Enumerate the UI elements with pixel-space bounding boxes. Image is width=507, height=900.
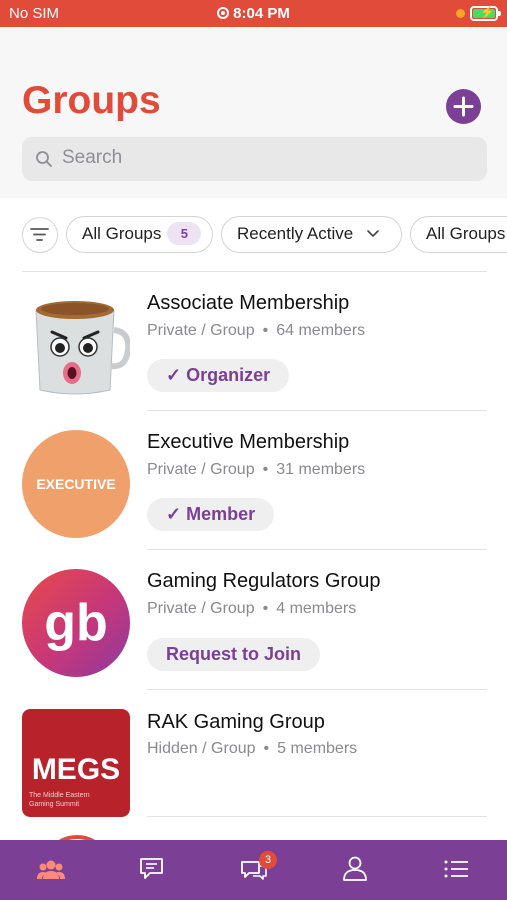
group-meta: Private / Group • 64 members bbox=[147, 322, 365, 340]
gb-logo: gb bbox=[22, 569, 130, 677]
executive-logo: EXECUTIVE bbox=[22, 430, 130, 538]
gb-logo-text: gb bbox=[44, 594, 108, 652]
charging-icon: ⚡ bbox=[480, 5, 495, 19]
executive-logo-text: EXECUTIVE bbox=[36, 476, 115, 492]
filter-icon bbox=[30, 228, 49, 241]
megs-subtitle-line2: Gaming Summit bbox=[29, 801, 79, 808]
request-to-join-button[interactable]: Request to Join bbox=[147, 638, 321, 671]
group-item-gaming-regulators[interactable]: gb Gaming Regulators Group Private / Gro… bbox=[0, 550, 507, 690]
group-avatar: EXECUTIVE bbox=[22, 430, 130, 538]
megs-logo-text: MEGS bbox=[32, 753, 120, 786]
menu-list-icon bbox=[444, 860, 468, 878]
sort-dropdown-label: Recently Active bbox=[237, 224, 354, 243]
tab-bar bbox=[0, 840, 507, 900]
search-icon bbox=[36, 151, 52, 167]
group-item-executive-membership[interactable]: EXECUTIVE Executive Membership Private /… bbox=[0, 411, 507, 550]
separator-dot: • bbox=[263, 740, 270, 757]
group-name: Associate Membership bbox=[147, 292, 350, 314]
header: Groups bbox=[0, 27, 507, 198]
group-name: Gaming Regulators Group bbox=[147, 570, 381, 592]
megs-subtitle-line1: The Middle Eastern bbox=[29, 792, 90, 799]
separator-dot: • bbox=[262, 322, 269, 339]
tab-forums[interactable] bbox=[138, 854, 168, 884]
tab-profile[interactable] bbox=[340, 854, 370, 884]
filter-bar: All Groups 5 Recently Active All Groups bbox=[0, 198, 507, 270]
all-groups-count-badge: 5 bbox=[167, 222, 202, 245]
group-type-dropdown[interactable]: All Groups bbox=[410, 216, 507, 253]
group-avatar bbox=[22, 292, 130, 400]
tab-menu[interactable] bbox=[442, 854, 472, 884]
group-members: 4 members bbox=[276, 600, 357, 617]
add-group-button[interactable] bbox=[446, 89, 481, 124]
group-type-dropdown-label: All Groups bbox=[426, 224, 506, 243]
group-privacy: Private / Group bbox=[147, 600, 255, 617]
groups-icon bbox=[37, 860, 65, 879]
mug-face-image bbox=[22, 292, 130, 400]
page-title: Groups bbox=[22, 79, 161, 122]
organizer-status-button[interactable]: ✓ Organizer bbox=[147, 359, 290, 392]
filter-button[interactable] bbox=[22, 217, 58, 253]
group-meta: Private / Group • 4 members bbox=[147, 600, 356, 618]
member-status-button[interactable]: ✓ Member bbox=[147, 498, 275, 531]
group-privacy: Private / Group bbox=[147, 322, 255, 339]
all-groups-chip-label: All Groups bbox=[82, 224, 162, 243]
sort-dropdown[interactable]: Recently Active bbox=[221, 216, 402, 253]
group-members: 5 members bbox=[277, 740, 358, 757]
group-avatar: gb bbox=[22, 569, 130, 677]
clock: 8:04 PM bbox=[233, 5, 290, 22]
group-meta: Private / Group • 31 members bbox=[147, 461, 365, 479]
all-groups-chip[interactable]: All Groups 5 bbox=[66, 216, 213, 253]
profile-icon bbox=[343, 856, 367, 881]
screen-record-icon bbox=[217, 7, 230, 19]
group-item-partial[interactable] bbox=[0, 817, 507, 840]
group-meta: Hidden / Group • 5 members bbox=[147, 740, 357, 758]
separator-dot: • bbox=[262, 461, 269, 478]
search-input[interactable] bbox=[62, 147, 462, 169]
group-name: Executive Membership bbox=[147, 431, 350, 453]
megs-logo: MEGS The Middle Eastern Gaming Summit bbox=[22, 709, 130, 817]
group-members: 31 members bbox=[276, 461, 366, 478]
search-bar[interactable] bbox=[22, 137, 487, 181]
separator-dot: • bbox=[262, 600, 269, 617]
discussion-icon bbox=[140, 858, 163, 879]
group-item-rak-gaming[interactable]: MEGS The Middle Eastern Gaming Summit RA… bbox=[0, 689, 507, 817]
tab-groups[interactable] bbox=[36, 854, 66, 884]
group-privacy: Hidden / Group bbox=[147, 740, 256, 757]
messages-badge: 3 bbox=[259, 851, 277, 869]
group-members: 64 members bbox=[276, 322, 366, 339]
group-item-associate-membership[interactable]: Associate Membership Private / Group • 64 … bbox=[0, 272, 507, 411]
group-avatar: MEGS The Middle Eastern Gaming Summit bbox=[22, 709, 130, 817]
plus-icon bbox=[453, 96, 474, 117]
status-center: 8:04 PM bbox=[0, 5, 507, 22]
group-name: RAK Gaming Group bbox=[147, 711, 325, 733]
chevron-down-icon bbox=[367, 230, 379, 237]
group-privacy: Private / Group bbox=[147, 461, 255, 478]
status-bar: No SIM 8:04 PM ⚡ bbox=[0, 0, 507, 27]
privacy-indicator-icon bbox=[456, 9, 465, 18]
